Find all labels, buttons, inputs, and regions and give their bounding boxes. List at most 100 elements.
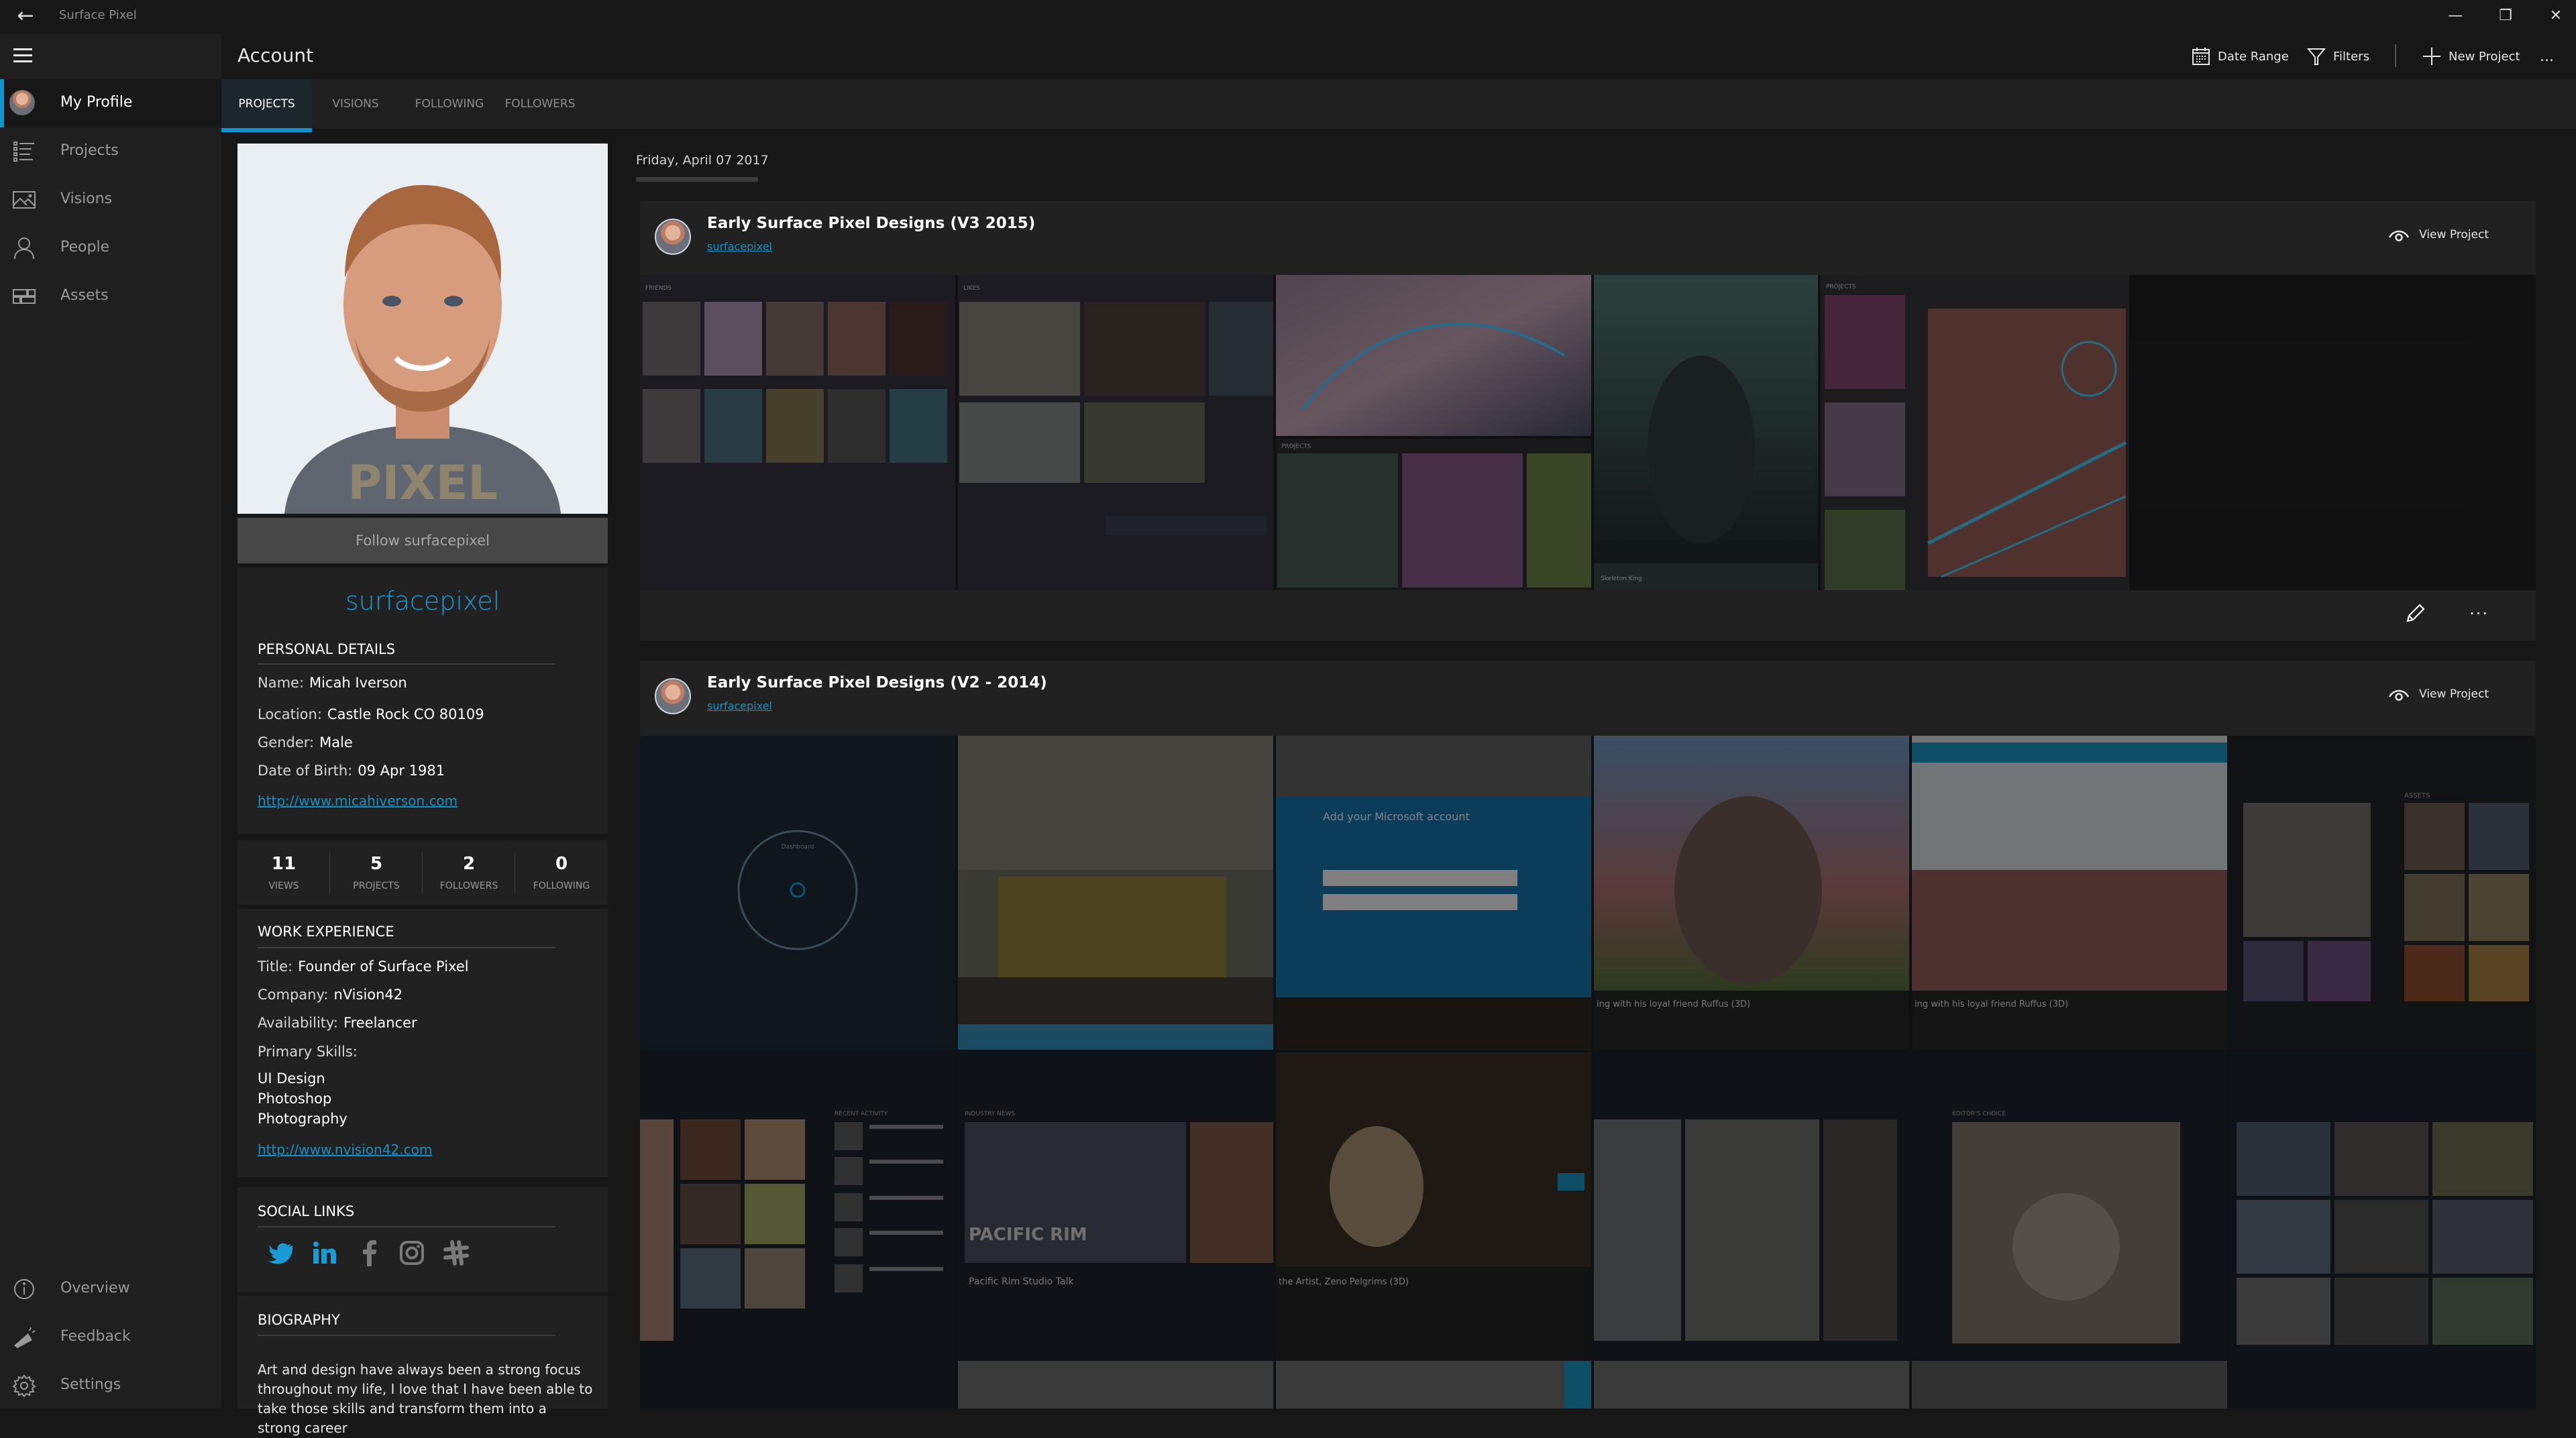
personal-details-panel: surfacepixel PERSONAL DETAILS Name: Micah… bbox=[237, 567, 608, 834]
feed-date: Friday, April 07 2017 bbox=[636, 153, 769, 168]
tab-bar: PROJECTS VISIONS FOLLOWING FOLLOWERS bbox=[221, 79, 2576, 132]
sidebar: My Profile Projects Visions People Asset… bbox=[0, 34, 221, 1408]
work-experience-heading: WORK EXPERIENCE bbox=[258, 924, 394, 940]
more-options-button[interactable]: ... bbox=[2540, 43, 2554, 70]
stats-panel: 11 VIEWS 5 PROJECTS 2 FOLLOWERS 0 FOLLOWING bbox=[237, 840, 608, 905]
calendar-icon bbox=[2192, 48, 2210, 65]
sidebar-item-label: Feedback bbox=[60, 1328, 131, 1345]
more-icon[interactable]: ··· bbox=[2469, 604, 2489, 623]
gallery-overlay bbox=[640, 275, 2536, 590]
sidebar-item-label: Projects bbox=[60, 142, 119, 159]
slack-icon[interactable] bbox=[443, 1239, 470, 1266]
project-gallery: Dashboard Add your Microsoft account ing… bbox=[640, 736, 2536, 1408]
project-owner-avatar[interactable] bbox=[655, 678, 691, 714]
view-project-label: View Project bbox=[2419, 687, 2489, 701]
personal-website-link[interactable]: http://www.micahiverson.com bbox=[258, 793, 458, 809]
company-row: Company: nVision42 bbox=[258, 987, 402, 1003]
company-website-link[interactable]: http://www.nvision42.com bbox=[258, 1142, 432, 1158]
sidebar-item-projects[interactable]: Projects bbox=[0, 127, 221, 176]
tab-followers[interactable]: FOLLOWERS bbox=[500, 79, 580, 129]
sidebar-item-label: My Profile bbox=[60, 94, 133, 111]
view-project-button[interactable]: View Project bbox=[2388, 686, 2489, 702]
close-button[interactable]: ✕ bbox=[2536, 4, 2576, 28]
sidebar-item-visions[interactable]: Visions bbox=[0, 176, 221, 224]
location-row: Location: Castle Rock CO 80109 bbox=[258, 706, 484, 722]
tab-projects[interactable]: PROJECTS bbox=[221, 79, 312, 132]
project-owner-link[interactable]: surfacepixel bbox=[707, 240, 772, 253]
minimize-icon: — bbox=[2448, 7, 2463, 24]
gender-value: Male bbox=[319, 734, 353, 751]
restore-button[interactable]: ❐ bbox=[2485, 4, 2526, 28]
availability-value: Freelancer bbox=[343, 1015, 417, 1031]
filter-icon bbox=[2306, 48, 2326, 65]
project-title[interactable]: Early Surface Pixel Designs (V2 - 2014) bbox=[707, 674, 1047, 692]
instagram-icon[interactable] bbox=[398, 1239, 425, 1266]
sidebar-item-overview[interactable]: Overview bbox=[0, 1265, 221, 1313]
sidebar-item-feedback[interactable]: Feedback bbox=[0, 1313, 221, 1362]
edit-pencil-icon[interactable] bbox=[2404, 602, 2426, 625]
close-icon: ✕ bbox=[2549, 7, 2563, 24]
sidebar-item-assets[interactable]: Assets bbox=[0, 272, 221, 321]
project-gallery: FRIENDS LIKES PROJECTS Skeleton King PRO… bbox=[640, 275, 2536, 590]
new-project-button[interactable]: New Project bbox=[2422, 43, 2520, 70]
company-label: Company: bbox=[258, 987, 329, 1003]
stat-following[interactable]: 0 FOLLOWING bbox=[515, 840, 608, 906]
sidebar-item-settings[interactable]: Settings bbox=[0, 1362, 221, 1410]
stat-label: FOLLOWERS bbox=[439, 881, 498, 891]
divider bbox=[258, 1335, 555, 1336]
svg-text:PIXEL: PIXEL bbox=[347, 455, 498, 510]
sidebar-item-label: People bbox=[60, 239, 110, 256]
stat-label: PROJECTS bbox=[353, 881, 400, 891]
app-title: Surface Pixel bbox=[59, 8, 137, 22]
skills-label-row: Primary Skills: bbox=[258, 1044, 358, 1060]
view-project-button[interactable]: View Project bbox=[2388, 227, 2489, 243]
stat-followers[interactable]: 2 FOLLOWERS bbox=[423, 840, 515, 906]
stat-projects[interactable]: 5 PROJECTS bbox=[330, 840, 423, 906]
assets-grid-icon bbox=[13, 289, 36, 304]
minimize-button[interactable]: — bbox=[2435, 4, 2475, 28]
image-icon bbox=[13, 191, 36, 209]
more-icon: ... bbox=[2540, 48, 2554, 65]
stat-views[interactable]: 11 VIEWS bbox=[237, 840, 330, 906]
availability-label: Availability: bbox=[258, 1015, 339, 1031]
location-value: Castle Rock CO 80109 bbox=[327, 706, 484, 722]
gallery-overlay bbox=[640, 736, 2536, 1408]
sidebar-item-people[interactable]: People bbox=[0, 224, 221, 272]
stat-value: 2 bbox=[462, 854, 476, 874]
project-owner-avatar[interactable] bbox=[655, 219, 691, 255]
name-value: Micah Iverson bbox=[309, 675, 407, 691]
filters-label: Filters bbox=[2333, 49, 2369, 64]
stat-value: 11 bbox=[271, 854, 297, 874]
skill-item: Photography bbox=[258, 1111, 347, 1127]
gear-icon bbox=[12, 1374, 36, 1398]
profile-photo-image: PIXEL bbox=[237, 144, 608, 514]
gender-row: Gender: Male bbox=[258, 734, 353, 751]
stat-value: 0 bbox=[555, 854, 568, 874]
hamburger-menu-button[interactable] bbox=[8, 42, 38, 68]
arrow-left-icon: ← bbox=[17, 4, 34, 27]
follow-button[interactable]: Follow surfacepixel bbox=[237, 518, 608, 563]
tab-visions[interactable]: VISIONS bbox=[322, 79, 389, 129]
biography-heading: BIOGRAPHY bbox=[258, 1312, 340, 1328]
filters-button[interactable]: Filters bbox=[2306, 43, 2369, 70]
project-card: Early Surface Pixel Designs (V2 - 2014) … bbox=[640, 661, 2536, 1408]
availability-row: Availability: Freelancer bbox=[258, 1015, 417, 1031]
name-row: Name: Micah Iverson bbox=[258, 675, 407, 691]
facebook-icon[interactable] bbox=[357, 1239, 384, 1266]
sidebar-item-my-profile[interactable]: My Profile bbox=[0, 79, 221, 127]
date-range-button[interactable]: Date Range bbox=[2191, 43, 2289, 70]
username: surfacepixel bbox=[345, 586, 500, 616]
twitter-icon[interactable] bbox=[268, 1239, 295, 1266]
gender-label: Gender: bbox=[258, 734, 315, 751]
back-button[interactable]: ← bbox=[12, 4, 39, 28]
work-experience-panel: WORK EXPERIENCE Title: Founder of Surface… bbox=[237, 909, 608, 1177]
plus-icon bbox=[2423, 48, 2440, 65]
linkedin-icon[interactable] bbox=[311, 1239, 338, 1266]
tab-following[interactable]: FOLLOWING bbox=[409, 79, 490, 129]
name-label: Name: bbox=[258, 675, 305, 691]
project-owner-link[interactable]: surfacepixel bbox=[707, 700, 772, 712]
eye-icon bbox=[2388, 230, 2410, 241]
project-title[interactable]: Early Surface Pixel Designs (V3 2015) bbox=[707, 215, 1035, 232]
new-project-label: New Project bbox=[2449, 49, 2520, 64]
stat-label: VIEWS bbox=[268, 881, 299, 891]
